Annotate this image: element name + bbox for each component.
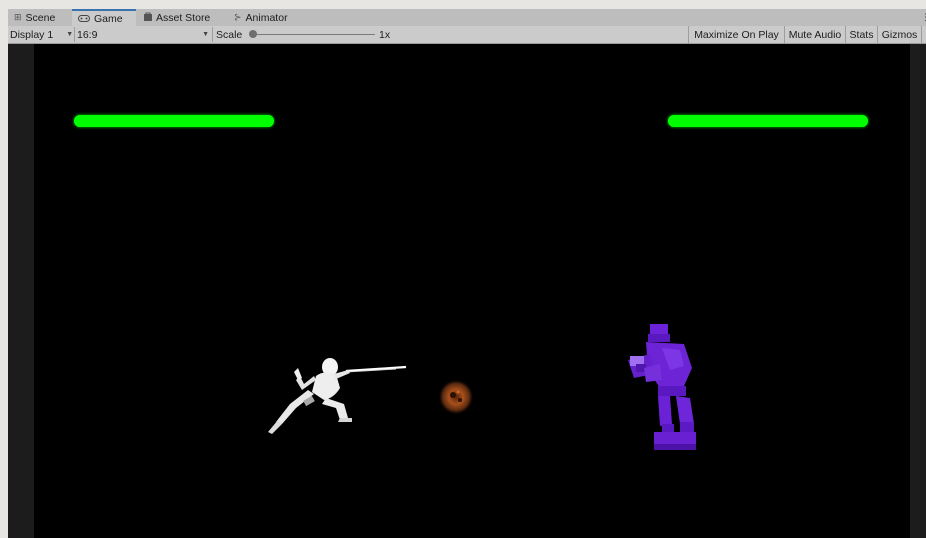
player-fighter [268, 358, 407, 434]
animator-icon: ⊱ [234, 12, 242, 22]
enemy-health-bar [668, 115, 868, 127]
aspect-value: 16:9 [77, 28, 98, 41]
scale-slider-track[interactable] [253, 34, 375, 35]
stats-button[interactable]: Stats [845, 26, 877, 43]
scale-slider-thumb[interactable] [249, 30, 257, 38]
more-options-icon[interactable]: ⋮ [921, 12, 926, 22]
tab-asset-store[interactable]: Asset Store [138, 9, 222, 26]
divider [74, 27, 75, 42]
game-canvas[interactable] [34, 44, 910, 538]
chevron-down-icon: ▼ [66, 31, 74, 38]
game-panel: ⊞ Scene Game Asset Store ⊱ Animator ⋮ Di… [8, 9, 926, 538]
tab-label: Animator [245, 11, 288, 24]
chevron-down-icon: ▼ [202, 31, 209, 38]
scale-label: Scale [216, 28, 243, 41]
tab-game[interactable]: Game [72, 9, 136, 27]
game-toolbar: Display 1 ▼ 16:9 ▼ Scale 1x Maximize On … [8, 26, 926, 44]
tab-label: Scene [25, 11, 56, 24]
display-dropdown[interactable]: Display 1 ▼ [10, 26, 74, 43]
divider [212, 27, 213, 42]
player-health-fill [74, 115, 274, 127]
editor-frame: ⊞ Scene Game Asset Store ⊱ Animator ⋮ Di… [0, 0, 926, 538]
game-view [8, 44, 926, 538]
bag-icon [144, 12, 152, 23]
tab-label: Asset Store [156, 11, 211, 24]
grid-icon: ⊞ [14, 12, 22, 22]
gamepad-icon [78, 14, 90, 24]
scale-value: 1x [379, 28, 391, 41]
display-value: Display 1 [10, 28, 54, 41]
fireball-projectile [438, 379, 474, 415]
player-health-bar [74, 115, 274, 127]
gizmos-button[interactable]: Gizmos [877, 26, 922, 43]
aspect-dropdown[interactable]: 16:9 ▼ [77, 26, 209, 43]
tab-bar: ⊞ Scene Game Asset Store ⊱ Animator ⋮ [8, 9, 926, 27]
enemy-health-fill [668, 115, 868, 127]
maximize-on-play-button[interactable]: Maximize On Play [688, 26, 784, 43]
tab-label: Game [94, 13, 123, 25]
mute-audio-button[interactable]: Mute Audio [784, 26, 845, 43]
tab-animator[interactable]: ⊱ Animator [228, 9, 308, 26]
tab-scene[interactable]: ⊞ Scene [8, 9, 72, 26]
enemy-robot [628, 324, 696, 450]
